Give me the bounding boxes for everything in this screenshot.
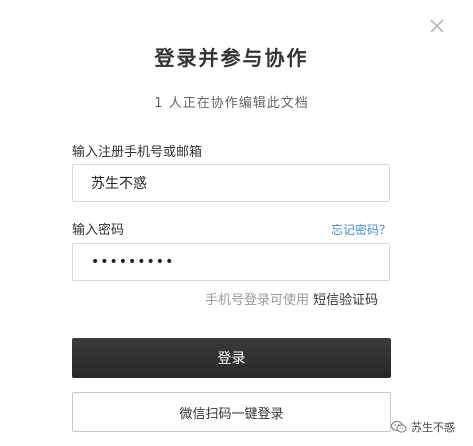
wechat-icon [391, 421, 407, 433]
dialog-title: 登录并参与协作 [154, 46, 309, 70]
password-label: 输入密码 [72, 223, 125, 238]
login-button[interactable]: 登录 [72, 338, 391, 378]
sms-login-hint: 手机号登录可使用 短信验证码 [205, 289, 378, 308]
watermark-text: 苏生不惑 [411, 421, 455, 434]
forgot-password-link[interactable]: 忘记密码？ [331, 221, 391, 238]
login-dialog: 登录并参与协作 1 人正在协作编辑此文档 输入注册手机号或邮箱 输入密码 忘记密… [0, 0, 473, 446]
account-label: 输入注册手机号或邮箱 [72, 145, 203, 160]
close-icon[interactable] [427, 16, 447, 36]
watermark: 苏生不惑 [391, 418, 455, 436]
sms-code-link[interactable]: 短信验证码 [313, 293, 378, 308]
sms-hint-text: 手机号登录可使用 [205, 293, 310, 308]
account-input[interactable] [72, 164, 390, 202]
collaborators-info: 1 人正在协作编辑此文档 [154, 96, 309, 111]
password-input[interactable] [72, 243, 390, 281]
wechat-login-button[interactable]: 微信扫码一键登录 [72, 392, 391, 432]
